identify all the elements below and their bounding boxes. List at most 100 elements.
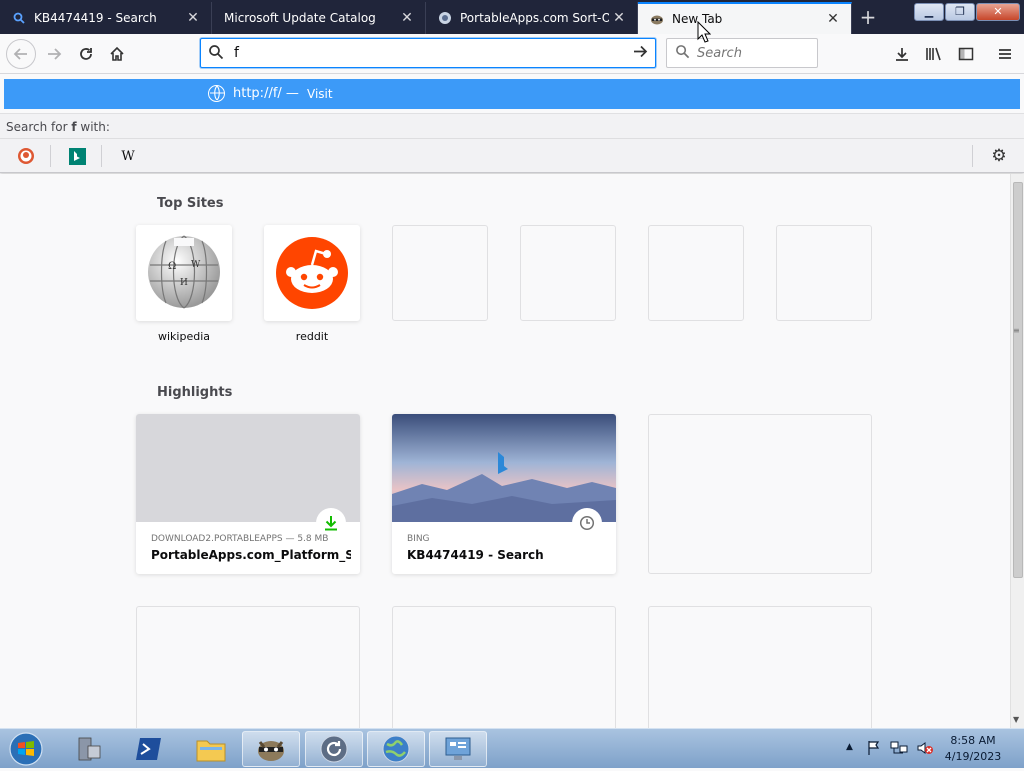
taskbar-update-app[interactable]: [305, 731, 363, 767]
tab-close-icon[interactable]: ✕: [183, 10, 203, 26]
scroll-down-arrow-icon[interactable]: ▼: [1013, 715, 1019, 724]
tab-new-tab[interactable]: New Tab ✕: [638, 2, 852, 34]
windows-taskbar: ▲ 8:58 AM 4/19/2023: [0, 728, 1024, 768]
reload-icon: [80, 48, 92, 60]
raccoon-browser-icon: [258, 741, 284, 761]
highlight-card-empty: [648, 414, 872, 574]
window-controls: ▁ ❐ ✕: [914, 3, 1020, 21]
reload-button[interactable]: [72, 40, 100, 68]
sidebar-button[interactable]: [952, 40, 980, 68]
search-with-prefix: Search for: [6, 120, 72, 134]
downloads-button[interactable]: [888, 40, 916, 68]
address-bar[interactable]: [200, 38, 656, 68]
svg-text:Ω: Ω: [168, 261, 176, 272]
bing-mountain-thumbnail: [392, 414, 616, 522]
tab-title: PortableApps.com Sort-Of-N: [460, 11, 609, 25]
windows-logo-icon: [9, 732, 43, 766]
scrollbar-thumb[interactable]: [1013, 182, 1023, 578]
separator: [972, 145, 973, 167]
search-bar[interactable]: [666, 38, 818, 68]
taskbar-control-panel[interactable]: [429, 731, 487, 767]
taskbar-powershell[interactable]: [120, 731, 178, 767]
top-site-empty[interactable]: [520, 225, 616, 321]
forward-arrow-icon: [48, 48, 62, 60]
library-button[interactable]: [920, 40, 948, 68]
tab-microsoft-update-catalog[interactable]: Microsoft Update Catalog ✕: [212, 2, 426, 34]
taskbar-clock[interactable]: 8:58 AM 4/19/2023: [940, 733, 1006, 765]
wikipedia-icon: W: [121, 148, 135, 164]
control-panel-icon: [445, 737, 471, 760]
taskbar-browser-raccoon[interactable]: [242, 731, 300, 767]
wikipedia-engine-button[interactable]: W: [119, 147, 137, 165]
folder-icon: [196, 740, 226, 762]
raccoon-favicon-icon: [650, 12, 664, 26]
search-favicon-icon: [12, 11, 26, 25]
navigation-toolbar: [0, 34, 1024, 74]
close-window-button[interactable]: ✕: [976, 3, 1020, 21]
mouse-cursor-icon: [697, 21, 711, 43]
tab-portableapps[interactable]: PortableApps.com Sort-Of-N ✕: [426, 2, 638, 34]
go-arrow-icon[interactable]: [632, 43, 649, 65]
highlight-title: PortableApps.com_Platform_Set...: [151, 548, 351, 562]
tab-title: New Tab: [672, 12, 723, 26]
bing-engine-button[interactable]: [68, 147, 86, 165]
taskbar-globe-app[interactable]: [367, 731, 425, 767]
search-icon: [208, 44, 224, 64]
search-with-header: Search for f with:: [0, 113, 1024, 139]
search-input[interactable]: [697, 44, 812, 62]
top-site-wikipedia[interactable]: Ω W И: [136, 225, 232, 321]
highlight-card-empty: [648, 606, 872, 728]
update-refresh-icon: [320, 735, 348, 763]
portableapps-favicon-icon: [438, 11, 452, 25]
tab-close-icon[interactable]: ✕: [397, 10, 417, 26]
top-site-empty[interactable]: [776, 225, 872, 321]
restore-button[interactable]: ❐: [945, 3, 975, 21]
minimize-button[interactable]: ▁: [914, 3, 944, 21]
forward-button[interactable]: [40, 40, 68, 68]
network-icon[interactable]: [890, 740, 908, 760]
visit-url-row[interactable]: http://f/ — Visit: [4, 79, 1020, 109]
action-center-flag-icon[interactable]: [866, 740, 882, 760]
home-button[interactable]: [103, 40, 131, 68]
tab-close-icon[interactable]: ✕: [609, 10, 629, 26]
page-scrollbar[interactable]: ≡ ▼: [1010, 174, 1024, 728]
download-icon: [896, 48, 908, 61]
server-manager-icon: [78, 737, 101, 761]
taskbar-explorer[interactable]: [182, 731, 240, 767]
new-tab-button[interactable]: +: [856, 6, 880, 30]
top-site-reddit[interactable]: [264, 225, 360, 321]
search-settings-button[interactable]: ⚙: [988, 145, 1010, 167]
menu-button[interactable]: [991, 40, 1019, 68]
top-site-label: wikipedia: [157, 330, 210, 343]
highlight-source: DOWNLOAD2.PORTABLEAPPS — 5.8 MB: [151, 534, 329, 544]
highlights-heading: Highlights: [157, 385, 233, 400]
one-off-search-engines: W ⚙: [0, 139, 1024, 173]
clock-date: 4/19/2023: [944, 750, 1002, 763]
tab-title: KB4474419 - Search: [34, 11, 157, 25]
start-button[interactable]: [6, 731, 46, 767]
show-hidden-icons-button[interactable]: ▲: [846, 742, 853, 752]
highlight-card-bing[interactable]: BING KB4474419 - Search: [392, 414, 616, 574]
scroll-grip-icon: ≡: [1013, 326, 1020, 335]
new-tab-page: Top Sites Ω W И wikipedia reddit Highlig…: [0, 174, 1010, 728]
volume-muted-icon[interactable]: [916, 740, 934, 760]
hamburger-menu-icon: [999, 49, 1011, 59]
back-arrow-icon: [13, 48, 27, 60]
taskbar-server-manager[interactable]: [60, 731, 118, 767]
gear-icon: ⚙: [991, 146, 1007, 166]
highlight-card-empty: [136, 606, 360, 728]
tab-title: Microsoft Update Catalog: [224, 11, 376, 25]
highlight-card-portableapps[interactable]: DOWNLOAD2.PORTABLEAPPS — 5.8 MB Portable…: [136, 414, 360, 574]
url-input[interactable]: [234, 43, 614, 63]
tab-kb4474419-search[interactable]: KB4474419 - Search ✕: [0, 2, 212, 34]
tab-close-icon[interactable]: ✕: [823, 11, 843, 27]
duckduckgo-engine-button[interactable]: [17, 147, 35, 165]
svg-text:W: W: [191, 260, 201, 270]
back-button[interactable]: [6, 39, 36, 69]
top-site-empty[interactable]: [392, 225, 488, 321]
search-with-suffix: with:: [76, 120, 110, 134]
library-icon: [926, 47, 941, 61]
top-site-empty[interactable]: [648, 225, 744, 321]
top-sites-heading: Top Sites: [157, 196, 224, 211]
sidebar-icon: [958, 47, 974, 61]
